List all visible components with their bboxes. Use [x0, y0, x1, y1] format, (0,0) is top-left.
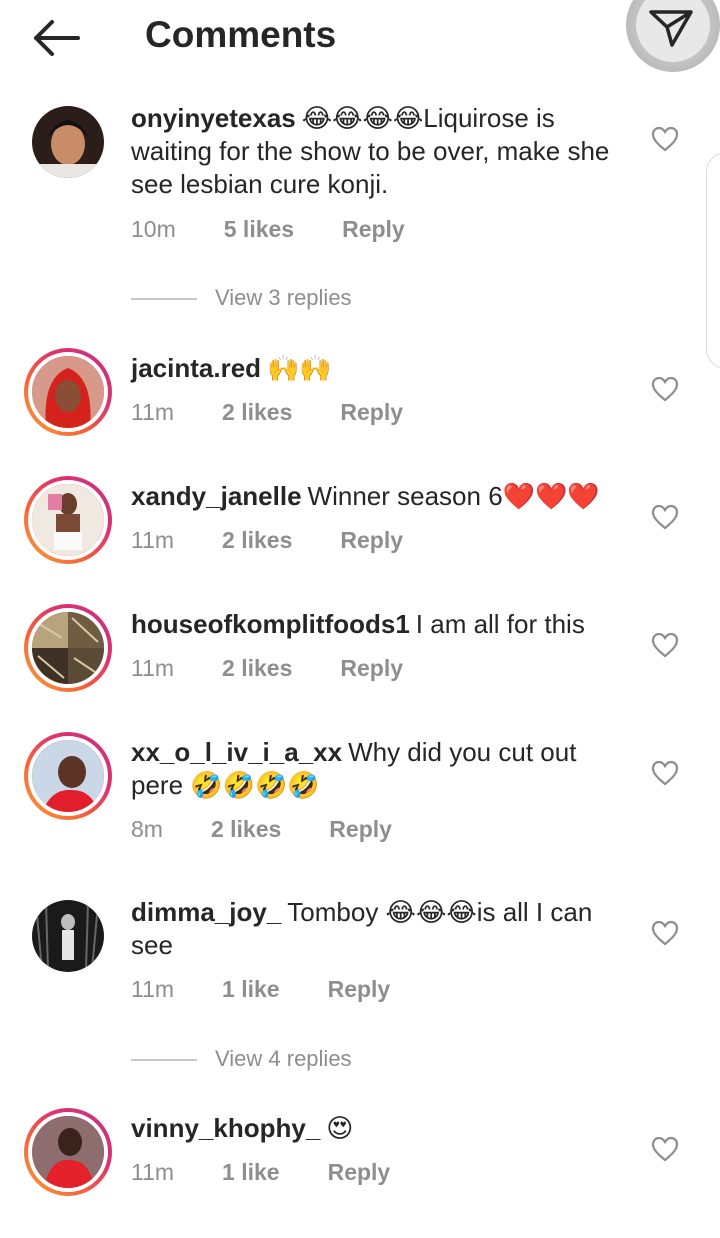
- comment-meta: 11m 2 likes Reply: [131, 655, 451, 682]
- comment-meta: 11m 2 likes Reply: [131, 527, 451, 554]
- comment-meta: 11m 2 likes Reply: [131, 399, 451, 426]
- username-link[interactable]: dimma_joy_: [131, 897, 281, 927]
- username-link[interactable]: onyinyetexas: [131, 103, 296, 133]
- comment-meta: 11m 1 like Reply: [131, 976, 438, 1003]
- heart-icon[interactable]: [651, 376, 679, 402]
- share-button[interactable]: [626, 0, 720, 72]
- avatar[interactable]: [32, 106, 104, 178]
- comment-time: 11m: [131, 399, 175, 425]
- heart-icon[interactable]: [651, 632, 679, 658]
- page-title: Comments: [145, 14, 337, 55]
- comment-meta: 10m 5 likes Reply: [131, 216, 453, 243]
- heart-icon[interactable]: [651, 126, 679, 152]
- username-link[interactable]: vinny_khophy_: [131, 1113, 320, 1143]
- arrow-left-icon: [34, 20, 80, 56]
- likes-count[interactable]: 2 likes: [222, 527, 292, 553]
- comment-text-block: vinny_khophy_ 😍: [131, 1112, 631, 1145]
- paper-plane-icon: [649, 10, 693, 47]
- reply-button[interactable]: Reply: [340, 527, 403, 553]
- comment-text-block: jacinta.red 🙌🙌: [131, 352, 631, 385]
- username-link[interactable]: xx_o_l_iv_i_a_xx: [131, 737, 342, 767]
- comment-time: 11m: [131, 655, 175, 681]
- comment-text-block: xx_o_l_iv_i_a_xx Why did you cut out pere…: [131, 736, 631, 802]
- avatar[interactable]: [24, 1108, 112, 1196]
- likes-count[interactable]: 5 likes: [224, 216, 294, 242]
- username-link[interactable]: xandy_janelle: [131, 481, 302, 511]
- comment-text: 😍: [326, 1113, 354, 1143]
- comment-text-block: houseofkomplitfoods1 I am all for this: [131, 608, 631, 641]
- likes-count[interactable]: 1 like: [222, 976, 280, 1002]
- side-panel-edge: [706, 152, 720, 369]
- comment-time: 11m: [131, 976, 175, 1002]
- comment-text: 🙌🙌: [267, 353, 332, 383]
- avatar[interactable]: [32, 900, 104, 972]
- divider: [131, 1059, 197, 1062]
- reply-button[interactable]: Reply: [328, 976, 391, 1002]
- heart-icon[interactable]: [651, 1136, 679, 1162]
- comment-text-block: dimma_joy_ Tomboy 😂😂😂is all I can see: [131, 896, 631, 962]
- reply-button[interactable]: Reply: [329, 816, 392, 842]
- username-link[interactable]: jacinta.red: [131, 353, 261, 383]
- divider: [131, 298, 197, 301]
- comment-meta: 11m 1 like Reply: [131, 1159, 438, 1186]
- username-link[interactable]: houseofkomplitfoods1: [131, 609, 410, 639]
- comment-time: 11m: [131, 527, 175, 553]
- avatar[interactable]: [24, 348, 112, 436]
- reply-button[interactable]: Reply: [342, 216, 405, 242]
- comment-time: 10m: [131, 216, 176, 242]
- comment-text: Winner season 6❤️❤️❤️: [307, 481, 600, 511]
- comment-text-block: xandy_janelle Winner season 6❤️❤️❤️: [131, 480, 631, 513]
- comment-meta: 8m 2 likes Reply: [131, 816, 440, 843]
- heart-icon[interactable]: [651, 504, 679, 530]
- reply-button[interactable]: Reply: [328, 1159, 391, 1185]
- header: Comments: [0, 0, 720, 80]
- avatar[interactable]: [24, 476, 112, 564]
- comment-text-block: onyinyetexas 😂😂😂😂Liquirose is waiting for…: [131, 102, 631, 201]
- heart-icon[interactable]: [651, 920, 679, 946]
- likes-count[interactable]: 2 likes: [222, 655, 292, 681]
- view-replies-button[interactable]: View 3 replies: [131, 285, 352, 311]
- likes-count[interactable]: 1 like: [222, 1159, 280, 1185]
- reply-button[interactable]: Reply: [340, 655, 403, 681]
- likes-count[interactable]: 2 likes: [222, 399, 292, 425]
- comment-time: 11m: [131, 1159, 175, 1185]
- likes-count[interactable]: 2 likes: [211, 816, 281, 842]
- comment-time: 8m: [131, 816, 163, 842]
- back-button[interactable]: [30, 16, 82, 60]
- comment-text: I am all for this: [415, 609, 585, 639]
- avatar[interactable]: [24, 732, 112, 820]
- reply-button[interactable]: Reply: [340, 399, 403, 425]
- view-replies-button[interactable]: View 4 replies: [131, 1046, 352, 1072]
- avatar[interactable]: [24, 604, 112, 692]
- heart-icon[interactable]: [651, 760, 679, 786]
